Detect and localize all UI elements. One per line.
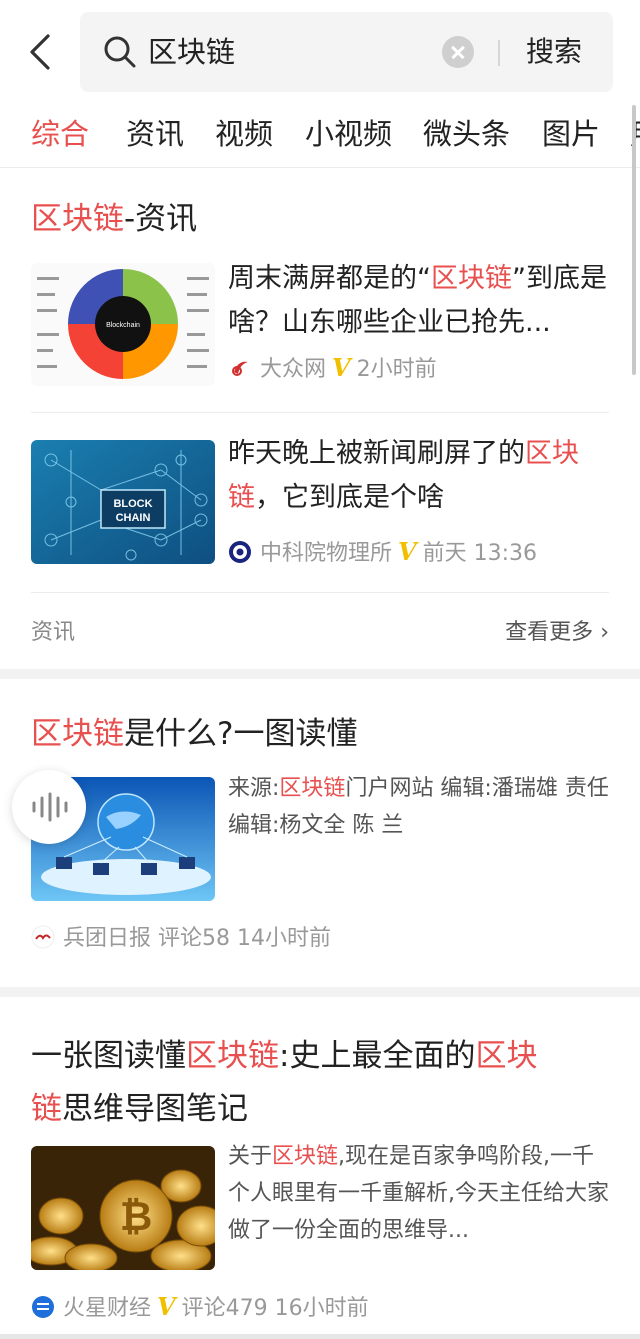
timestamp: 16小时前 [274, 1296, 369, 1321]
bitcoin-icon: ₿ [120, 1195, 153, 1239]
article-1-desc: 来源:区块链门户网站 编辑:潘瑞雄 责任编辑:杨文全 陈 兰 [228, 776, 609, 838]
verified-badge: V [157, 1292, 176, 1321]
tab-comprehensive[interactable]: 综合 [31, 112, 89, 156]
timestamp: 14小时前 [237, 926, 332, 951]
section-label: 资讯 [31, 620, 76, 645]
bingtuan-logo-icon [31, 925, 55, 949]
section-gap [0, 669, 640, 679]
thumb-caption: CHAIN [116, 512, 151, 524]
article-2-meta: 火星财经 V 评论479 16小时前 [31, 1292, 369, 1324]
tab-weitoutiao[interactable]: 微头条 [423, 112, 510, 156]
divider [31, 412, 609, 413]
tab-short-video[interactable]: 小视频 [305, 112, 392, 156]
verified-badge: V [332, 353, 351, 382]
article-1-title[interactable]: 区块链是什么?一图读懂 [31, 711, 357, 757]
see-more-link[interactable]: 查看更多 › [505, 614, 609, 646]
timestamp: 2小时前 [356, 357, 437, 382]
source-name[interactable]: 大众网 [260, 357, 326, 382]
back-arrow-icon[interactable] [22, 30, 62, 74]
thumb-caption: BLOCK [113, 498, 152, 510]
verified-badge: V [398, 537, 417, 566]
section-gap [0, 987, 640, 997]
article-2-thumbnail[interactable]: ₿ [31, 1146, 215, 1270]
article-1-meta: 兵团日报 评论58 14小时前 [31, 924, 331, 954]
article-2-desc: 关于区块链,现在是百家争鸣阶段,一千个人眼里有一千重解析,今天主任给大家做了一份… [228, 1144, 609, 1243]
voice-read-button[interactable] [12, 770, 86, 844]
chevron-right-icon: › [600, 620, 609, 645]
tab-news[interactable]: 资讯 [126, 112, 184, 156]
news-item-2-meta: 中科院物理所 V 前天 13:36 [228, 537, 537, 569]
news-section-title[interactable]: 区块链-资讯 [31, 196, 197, 242]
bottom-edge [0, 1334, 640, 1339]
search-header: 区块链 搜索 [0, 0, 640, 104]
tab-video[interactable]: 视频 [215, 112, 273, 156]
news-item-1-meta: 大众网 V 2小时前 [228, 353, 437, 385]
divider [498, 40, 500, 66]
iop-cas-logo-icon [229, 541, 251, 563]
clear-icon[interactable] [442, 36, 474, 68]
news-section-footer: 资讯 查看更多 › [31, 610, 609, 650]
tab-images[interactable]: 图片 [542, 112, 600, 156]
news-thumbnail-1[interactable]: Blockchain [31, 263, 215, 386]
source-name[interactable]: 兵团日报 [63, 926, 151, 951]
comment-count: 评论58 [158, 926, 231, 951]
search-icon [104, 36, 136, 68]
source-name[interactable]: 中科院物理所 [260, 541, 392, 566]
divider [31, 592, 609, 593]
category-tabs: 综合 资讯 视频 小视频 微头条 图片 用 [0, 104, 640, 168]
comment-count: 评论479 [181, 1296, 268, 1321]
news-thumbnail-2[interactable]: BLOCK CHAIN [31, 440, 215, 564]
news-item-2-title[interactable]: 昨天晚上被新闻刷屏了的区块链，它到底是个啥 [228, 432, 613, 520]
audio-wave-icon [32, 792, 68, 822]
huoxing-logo-icon [32, 1296, 54, 1318]
scrollbar[interactable] [632, 105, 636, 375]
article-2-title[interactable]: 一张图读懂区块链:史上最全面的区块 链思维导图笔记 [31, 1030, 609, 1136]
dazhong-logo-icon [229, 357, 251, 379]
search-input[interactable]: 区块链 [148, 30, 235, 74]
search-box[interactable]: 区块链 搜索 [80, 12, 613, 92]
source-name[interactable]: 火星财经 [63, 1296, 151, 1321]
timestamp: 前天 13:36 [422, 541, 538, 566]
news-item-1-title[interactable]: 周末满屏都是的“区块链”到底是啥？山东哪些企业已抢先... [228, 257, 613, 345]
search-button[interactable]: 搜索 [526, 30, 582, 74]
thumb-caption: Blockchain [106, 322, 140, 329]
